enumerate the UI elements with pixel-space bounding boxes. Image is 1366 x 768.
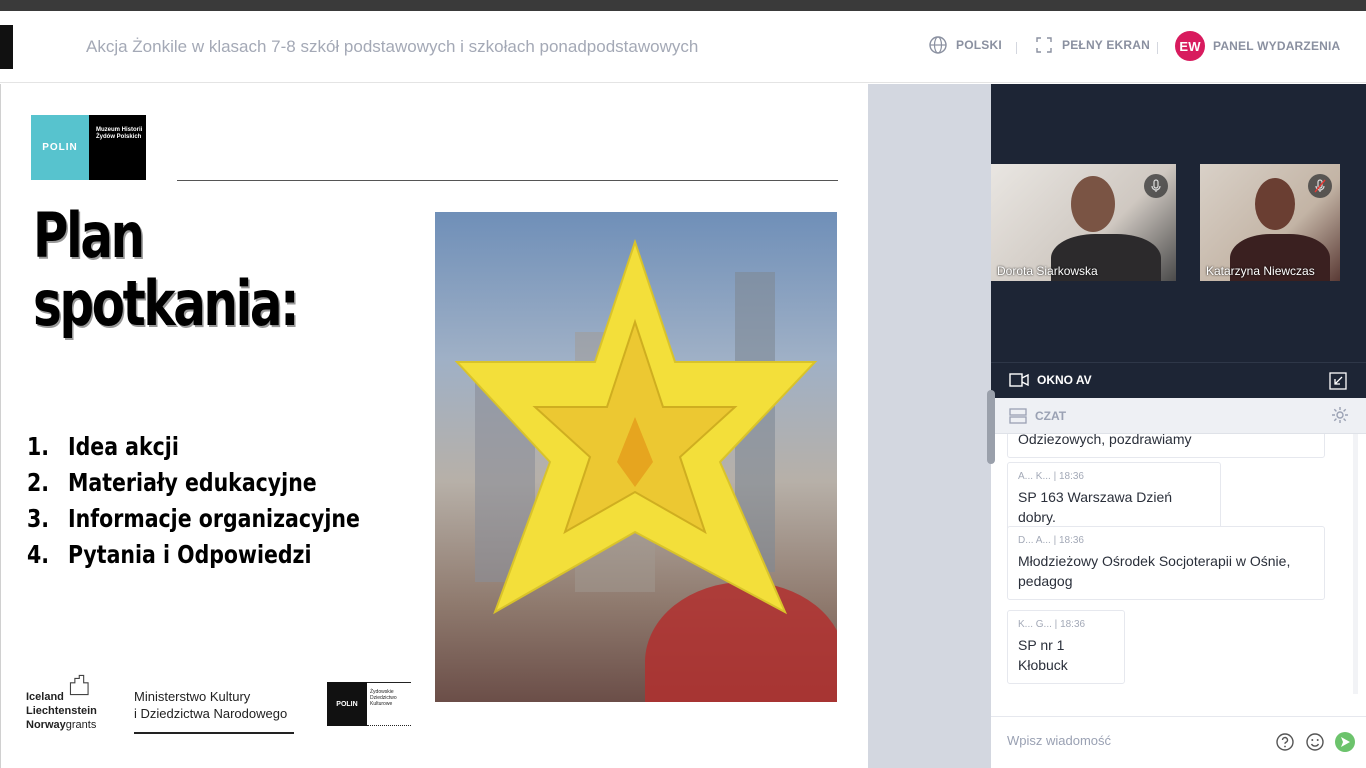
video-panel: Dorota Siarkowska Katarzyna Niewczas — [991, 84, 1366, 362]
agenda-text: Pytania i Odpowiedzi — [68, 540, 312, 569]
daffodil-photo — [435, 212, 837, 702]
popout-icon[interactable] — [1328, 371, 1348, 391]
message-text: SP nr 1 Kłobuck — [1018, 637, 1068, 673]
chat-message: K... G... | 18:36 SP nr 1 Kłobuck — [1007, 610, 1125, 684]
message-time: 18:36 — [1058, 535, 1084, 546]
sidebar-toggle[interactable] — [0, 25, 13, 69]
browser-top-strip — [0, 0, 1366, 11]
agenda-text: Materiały edukacyjne — [68, 468, 317, 497]
header-separator — [1016, 42, 1017, 54]
slide-gutter — [868, 84, 991, 768]
chat-input-actions — [1274, 731, 1356, 753]
agenda-text: Idea akcji — [68, 432, 179, 461]
agenda-number: 2. — [27, 468, 50, 497]
polin-logo-mark: POLIN — [31, 115, 89, 180]
question-icon[interactable] — [1274, 731, 1296, 753]
message-text: Młodzieżowy Ośrodek Socjoterapii w Ośnie… — [1018, 553, 1291, 589]
emoji-icon[interactable] — [1304, 731, 1326, 753]
fullscreen-icon — [1036, 37, 1052, 53]
chat-messages[interactable]: Odziezowych, pozdrawiamy A... K... | 18:… — [991, 434, 1366, 716]
mic-icon[interactable] — [1144, 174, 1168, 198]
chat-header[interactable]: CZAT — [991, 398, 1366, 434]
polin-logo: POLIN Muzeum Historii Żydów Polskich — [31, 115, 146, 180]
eea-grants-logo: Iceland Liechtenstein Norwaygrants — [26, 690, 97, 732]
agenda-text: Informacje organizacyjne — [68, 504, 360, 533]
ministry-line: Ministerstwo Kultury — [134, 689, 251, 704]
ministry-logo: Ministerstwo Kultury i Dziedzictwa Narod… — [134, 688, 294, 734]
message-meta: A... K... | 18:36 — [1018, 471, 1084, 482]
eea-grants-icon — [69, 674, 89, 696]
agenda-number: 3. — [27, 504, 50, 533]
chat-title: CZAT — [1035, 409, 1067, 423]
agenda-list: 1. Idea akcji 2. Materiały edukacyjne 3. In… — [27, 429, 433, 573]
message-time: 18:36 — [1060, 619, 1086, 630]
participant-tile[interactable]: Katarzyna Niewczas — [1200, 164, 1340, 281]
event-panel-label: PANEL WYDARZENIA — [1213, 39, 1341, 53]
polin-heritage-logo: POLIN Żydowskie Dziedzictwo Kulturowe — [327, 682, 411, 726]
ministry-underline — [134, 732, 294, 734]
message-meta: K... G... | 18:36 — [1018, 619, 1086, 630]
message-meta: D... A... | 18:36 — [1018, 535, 1084, 546]
message-author: A... K... — [1018, 471, 1051, 482]
av-window-toggle[interactable]: OKNO AV — [1009, 373, 1092, 387]
avatar: EW — [1175, 31, 1205, 61]
chat-message: A... K... | 18:36 SP 163 Warszawa Dzień … — [1007, 462, 1221, 536]
participant-head — [1071, 176, 1115, 232]
polin-small-mark: POLIN — [327, 682, 367, 726]
agenda-number: 1. — [27, 432, 50, 461]
fullscreen-label: PEŁNY EKRAN — [1062, 38, 1150, 52]
grants-word: grants — [65, 719, 97, 731]
av-window-bar[interactable]: OKNO AV — [991, 362, 1366, 398]
send-icon[interactable] — [1334, 731, 1356, 753]
slide-scrollbar-handle[interactable] — [987, 390, 995, 464]
event-title: Akcja Żonkile w klasach 7-8 szkół podsta… — [86, 37, 699, 56]
message-text: Odziezowych, pozdrawiamy — [1018, 434, 1192, 447]
chat-input-bar — [991, 716, 1366, 768]
chat-icon — [1009, 408, 1027, 424]
message-text: SP 163 Warszawa Dzień dobry. — [1018, 489, 1173, 525]
message-time: 18:36 — [1058, 471, 1084, 482]
grants-line: Liechtenstein — [26, 705, 97, 717]
chat-scrollbar[interactable] — [1353, 434, 1358, 694]
chat-message-input[interactable] — [1007, 733, 1247, 748]
fullscreen-button[interactable]: PEŁNY EKRAN — [1034, 35, 1150, 55]
grants-line: Norwaygrants — [26, 718, 97, 732]
agenda-number: 4. — [27, 540, 50, 569]
message-author: K... G... — [1018, 619, 1052, 630]
gear-icon[interactable] — [1330, 405, 1350, 425]
message-author: D... A... — [1018, 535, 1051, 546]
language-label: POLSKI — [956, 38, 1002, 52]
camera-icon — [1009, 373, 1029, 387]
globe-icon — [929, 36, 947, 54]
participant-head — [1255, 178, 1295, 230]
chat-message: Odziezowych, pozdrawiamy — [1007, 434, 1325, 458]
participant-name: Dorota Siarkowska — [997, 264, 1098, 278]
polin-small-caption: Żydowskie Dziedzictwo Kulturowe — [367, 682, 411, 726]
presentation-slide: POLIN Muzeum Historii Żydów Polskich Pla… — [0, 84, 868, 768]
slide-heading: Plan spotkania: — [33, 199, 299, 340]
paper-daffodil — [454, 238, 818, 615]
slide-heading-line2: spotkania: — [33, 267, 299, 340]
slide-heading-line1: Plan — [33, 199, 145, 272]
agenda-item: 1. Idea akcji — [27, 429, 360, 465]
polin-logo-caption: Muzeum Historii Żydów Polskich — [89, 115, 146, 180]
participant-tile[interactable]: Dorota Siarkowska — [991, 164, 1176, 281]
chat-message: D... A... | 18:36 Młodzieżowy Ośrodek So… — [1007, 526, 1325, 600]
language-button[interactable]: POLSKI — [928, 35, 1002, 55]
chat-toggle[interactable]: CZAT — [1009, 408, 1066, 424]
mic-muted-icon[interactable] — [1308, 174, 1332, 198]
grants-country: Norway — [26, 719, 66, 731]
agenda-item: 4. Pytania i Odpowiedzi — [27, 537, 360, 573]
agenda-item: 2. Materiały edukacyjne — [27, 465, 360, 501]
event-header: Akcja Żonkile w klasach 7-8 szkół podsta… — [0, 11, 1366, 83]
agenda-item: 3. Informacje organizacyjne — [27, 501, 360, 537]
header-separator — [1157, 42, 1158, 54]
participant-name: Katarzyna Niewczas — [1206, 264, 1315, 278]
av-window-label: OKNO AV — [1037, 373, 1092, 387]
ministry-line: i Dziedzictwa Narodowego — [134, 706, 288, 721]
event-panel-button[interactable]: EW PANEL WYDARZENIA — [1175, 31, 1340, 61]
slide-divider — [177, 180, 838, 181]
